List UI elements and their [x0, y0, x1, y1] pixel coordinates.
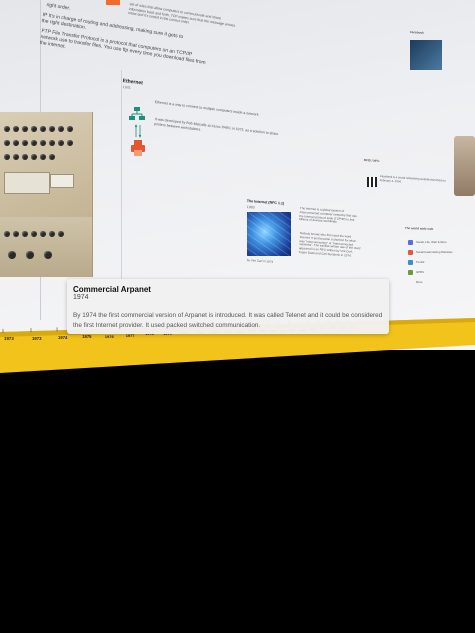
popup-title: Commercial Arpanet [73, 285, 151, 294]
popup-year: 1974 [73, 294, 89, 301]
popup-body: By 1974 the first commercial version of … [73, 312, 383, 329]
timeline-year-label[interactable]: 1973 [4, 336, 14, 341]
timeline-year-label[interactable]: 1974 [58, 335, 67, 340]
timeline-year-label[interactable]: 1973 [32, 336, 42, 341]
timeline-year-label[interactable]: 1975 [82, 334, 91, 339]
timeline-year-label[interactable]: 1976 [105, 334, 114, 339]
event-popup[interactable]: Commercial Arpanet 1974 By 1974 the firs… [67, 279, 389, 334]
